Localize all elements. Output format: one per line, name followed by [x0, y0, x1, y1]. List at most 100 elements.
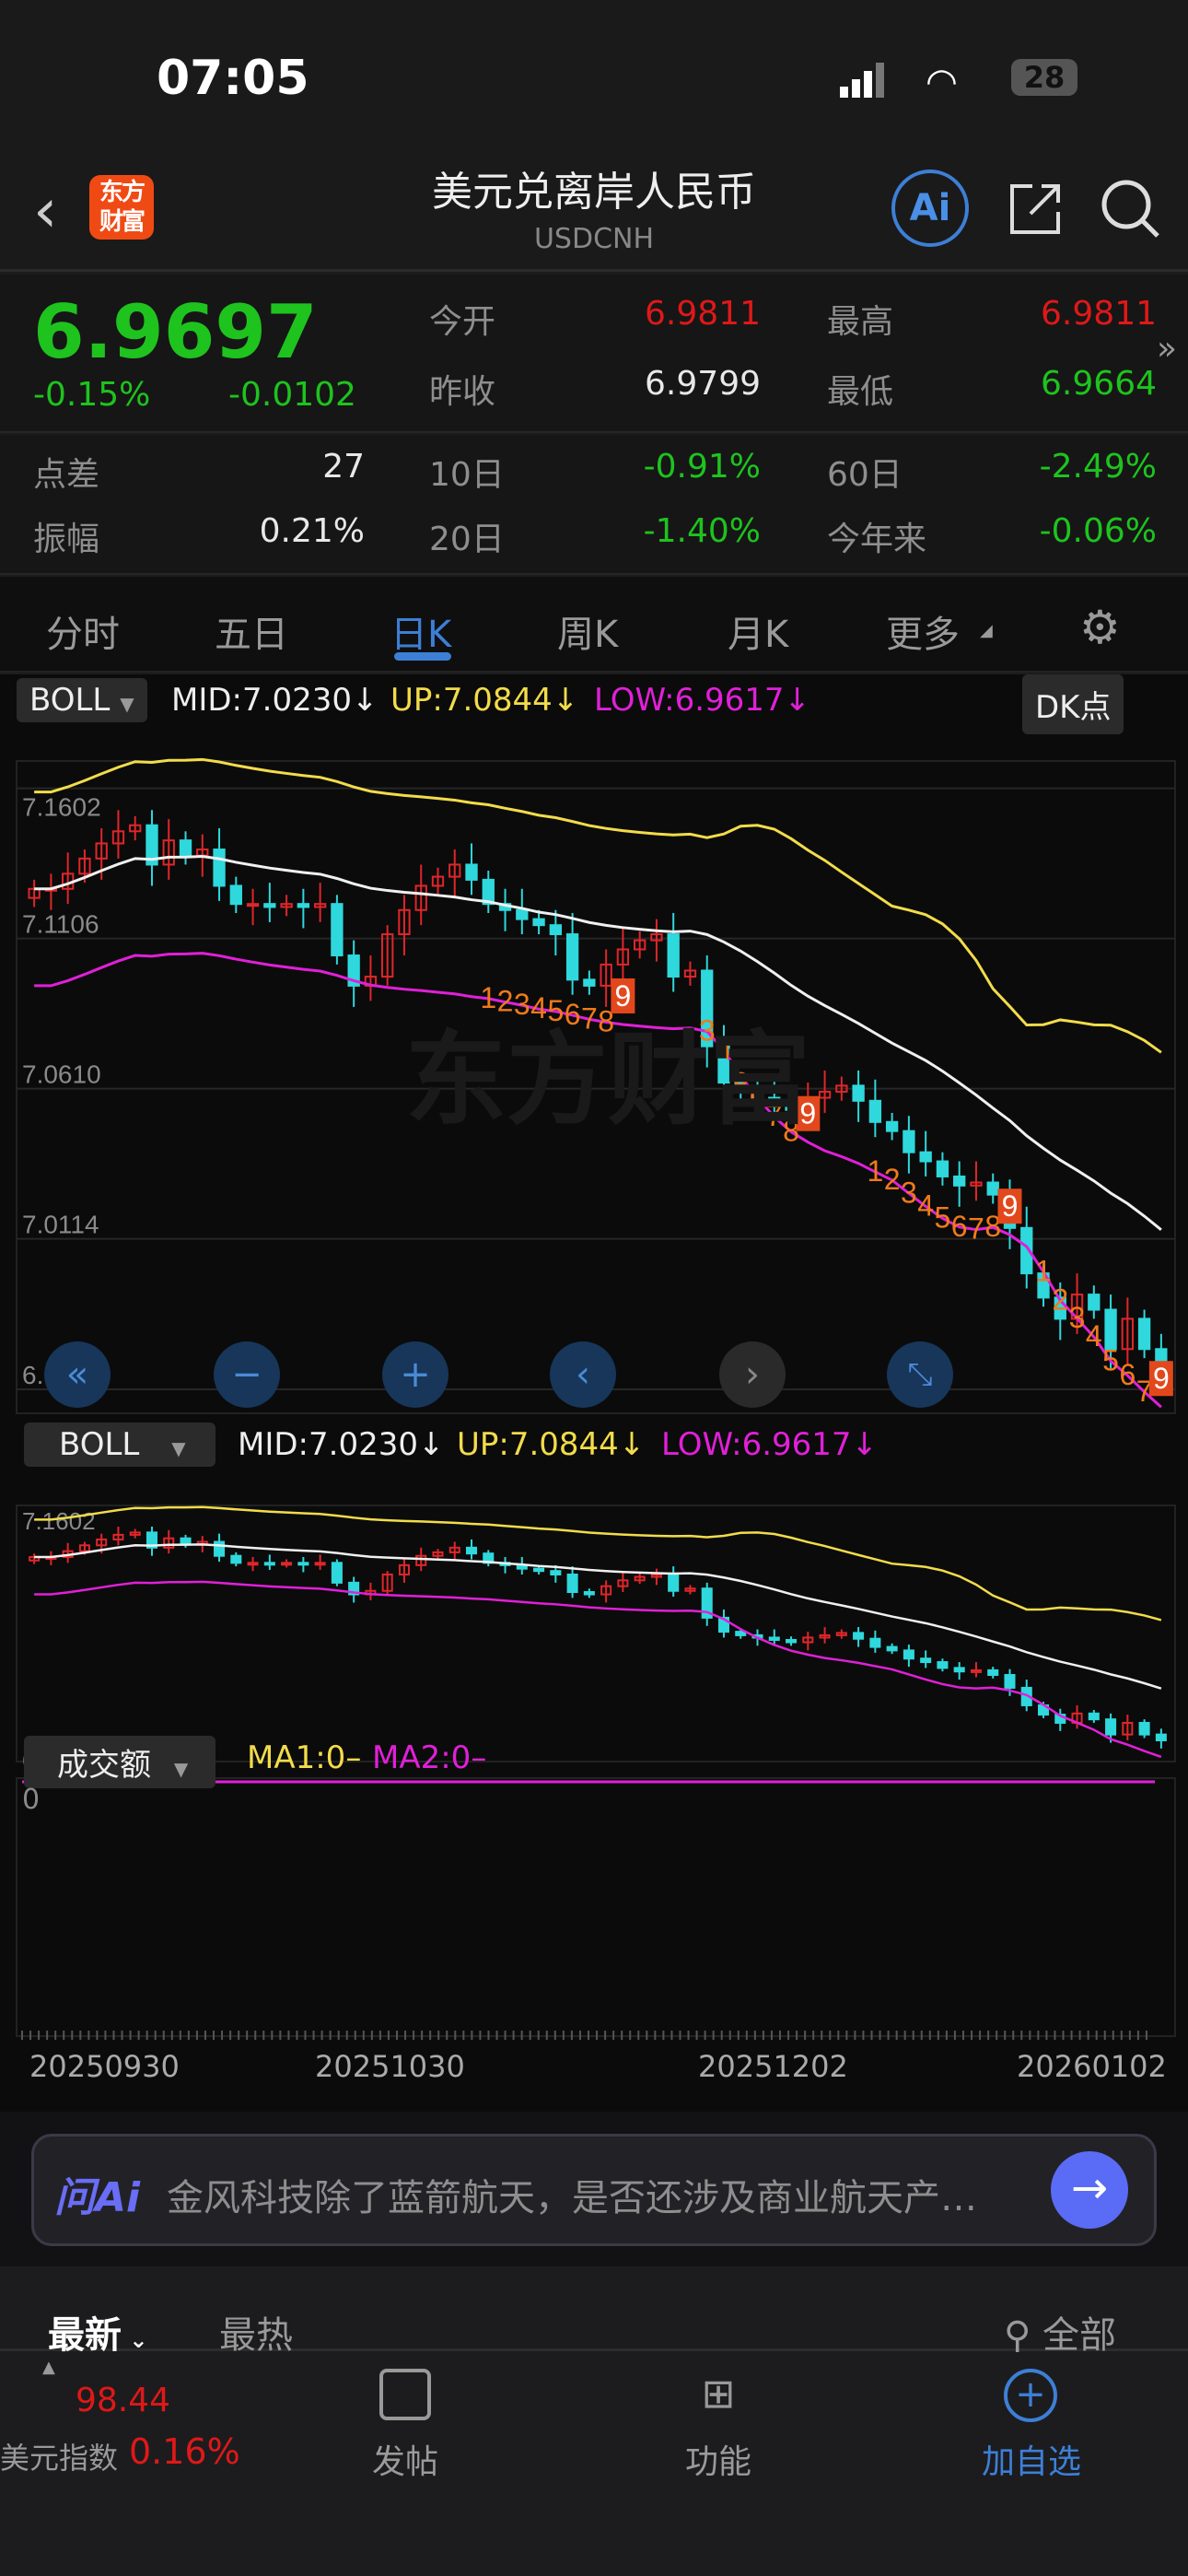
nav-functions[interactable]: 功能 [626, 2435, 810, 2483]
dropdown-icon: ▼ [171, 1437, 186, 1459]
boll-upper-line [34, 1505, 1162, 1622]
candle-down [920, 1657, 932, 1664]
scroll-left-button[interactable]: ‹ [550, 1341, 616, 1408]
volume-indicator-select[interactable]: 成交额 ▼ [24, 1736, 215, 1788]
candle-up [246, 903, 260, 907]
header: ‹ 东方 财富 美元兑离岸人民币 USDCNH Ai [0, 147, 1188, 272]
quote-stats: 点差 27 10日 -0.91% 60日 -2.49% 振幅 0.21% 20日… [0, 435, 1188, 575]
candle-down [583, 978, 596, 987]
candle-down [1004, 1674, 1016, 1689]
low-label: 最低 [827, 373, 894, 411]
candle-down [986, 1181, 999, 1196]
search-icon[interactable] [1101, 179, 1161, 240]
td-sequence-mark: 1 [867, 1154, 883, 1188]
filter-icon: ⚲ [1004, 2314, 1043, 2357]
tab-intraday[interactable]: 分时 [46, 604, 120, 658]
kline-chart-area[interactable]: BOLL ▼ MID:7.0230↓ UP:7.0844↓ LOW:6.9617… [0, 674, 1188, 2112]
y-axis-label: 7.1602 [22, 793, 101, 822]
candle-up [281, 1562, 293, 1566]
settings-gear-icon[interactable]: ⚙ [1079, 601, 1121, 654]
usd-index-value[interactable]: 98.44 [76, 2382, 170, 2419]
ai-button[interactable]: Ai [891, 170, 969, 247]
usd-index-name[interactable]: 美元指数 [0, 2435, 118, 2477]
td-sequence-mark: 4 [1086, 1319, 1102, 1352]
candle-down [179, 839, 192, 857]
candle-down [583, 1591, 595, 1596]
prev-close-value: 6.9799 [645, 365, 761, 403]
candle-down [297, 903, 310, 908]
td-sequence-mark: 6 [1119, 1358, 1136, 1391]
d20-label: 20日 [429, 521, 505, 558]
fullscreen-button[interactable]: ⤡ [887, 1341, 953, 1408]
period-tabs: 分时 五日 日K 周K 月K 更多 ◢ ⚙ [0, 577, 1188, 673]
share-icon[interactable] [1008, 182, 1062, 236]
nav-add-watchlist[interactable]: 加自选 [939, 2435, 1124, 2483]
candle-down [1138, 1721, 1150, 1736]
dropdown-icon: ▼ [173, 1758, 189, 1780]
scroll-right-button[interactable]: › [719, 1341, 786, 1408]
candle-down [550, 1570, 562, 1575]
candle-up [314, 1562, 326, 1566]
candle-down [565, 933, 579, 981]
d60-label: 60日 [827, 456, 903, 494]
candle-down [1088, 1294, 1101, 1311]
tab-daily-k[interactable]: 日K [390, 604, 451, 658]
td-sequence-mark: 5 [935, 1200, 951, 1234]
change-percent: -0.15% [33, 376, 151, 414]
high-value: 6.9811 [1041, 295, 1157, 333]
ask-ai-logo: 问Ai [54, 2174, 141, 2221]
wifi-icon: ◠ [926, 61, 958, 103]
ai-label: Ai [909, 187, 951, 229]
candle-down [885, 1120, 899, 1132]
status-bar: 07:05 ◠ 28 [0, 0, 1188, 147]
candle-down [668, 1573, 680, 1592]
candle-down [230, 1554, 242, 1564]
feed-tabs: 最新 ⌄ 最热 ⚲ 全部 [0, 2266, 1188, 2357]
volume-ma1: MA1:0– [247, 1739, 362, 1776]
td-sequence-mark: 6 [951, 1210, 968, 1243]
candle-down [465, 1546, 478, 1555]
usd-index-change: 0.16% [129, 2431, 240, 2472]
spread-label: 点差 [33, 456, 100, 494]
candlestick-chart[interactable]: 7.16027.11067.06107.01146.96171234567893… [0, 722, 1188, 2112]
functions-grid-icon: ⊞ [701, 2371, 736, 2418]
ai-suggestion-text: 金风科技除了蓝箭航天，是否还涉及商业航天产… [167, 2177, 977, 2219]
indicator-select[interactable]: BOLL ▼ [17, 678, 147, 722]
td-sequence-mark: 9 [1153, 1362, 1170, 1395]
candle-down [937, 1661, 949, 1669]
tab-hot[interactable]: 最热 [219, 2305, 293, 2359]
signal-icon [840, 63, 886, 98]
filter-button[interactable]: ⚲ 全部 [1004, 2305, 1116, 2359]
candle-down [919, 1151, 932, 1163]
candle-down [549, 924, 563, 936]
nav-post[interactable]: 发帖 [313, 2435, 497, 2483]
tab-more[interactable]: 更多 [886, 604, 960, 658]
ai-question-input[interactable]: 问Ai 金风科技除了蓝箭航天，是否还涉及商业航天产… → [31, 2134, 1157, 2246]
candle-down [297, 1562, 309, 1566]
prev-close-label: 昨收 [429, 373, 496, 411]
td-sequence-mark: 4 [917, 1188, 934, 1222]
candle-up [970, 1669, 982, 1673]
volume-ma2: MA2:0– [372, 1739, 487, 1776]
boll-up-value: UP:7.0844↓ [390, 682, 579, 719]
tab-weekly-k[interactable]: 周K [557, 604, 618, 658]
zoom-in-button[interactable]: + [382, 1341, 448, 1408]
candle-down [936, 1160, 949, 1177]
ytd-value: -0.06% [1039, 512, 1157, 550]
date-label: 20251202 [698, 2049, 848, 2084]
tab-latest[interactable]: 最新 ⌄ [48, 2305, 147, 2359]
candle-down [903, 1649, 914, 1660]
scroll-start-button[interactable]: « [44, 1341, 111, 1408]
low-value: 6.9664 [1041, 365, 1157, 403]
candle-down [1137, 1317, 1151, 1351]
ytd-label: 今年来 [827, 521, 927, 558]
expand-icon[interactable]: » [1157, 330, 1177, 368]
tab-monthly-k[interactable]: 月K [728, 604, 788, 658]
indicator2-select[interactable]: BOLL ▼ [24, 1423, 215, 1467]
boll2-up-value: UP:7.0844↓ [457, 1426, 646, 1463]
ai-send-button[interactable]: → [1051, 2151, 1128, 2229]
y-axis-label: 7.1602 [22, 1507, 96, 1535]
post-icon [379, 2369, 431, 2420]
zoom-out-button[interactable]: − [214, 1341, 280, 1408]
tab-five-day[interactable]: 五日 [215, 604, 288, 658]
